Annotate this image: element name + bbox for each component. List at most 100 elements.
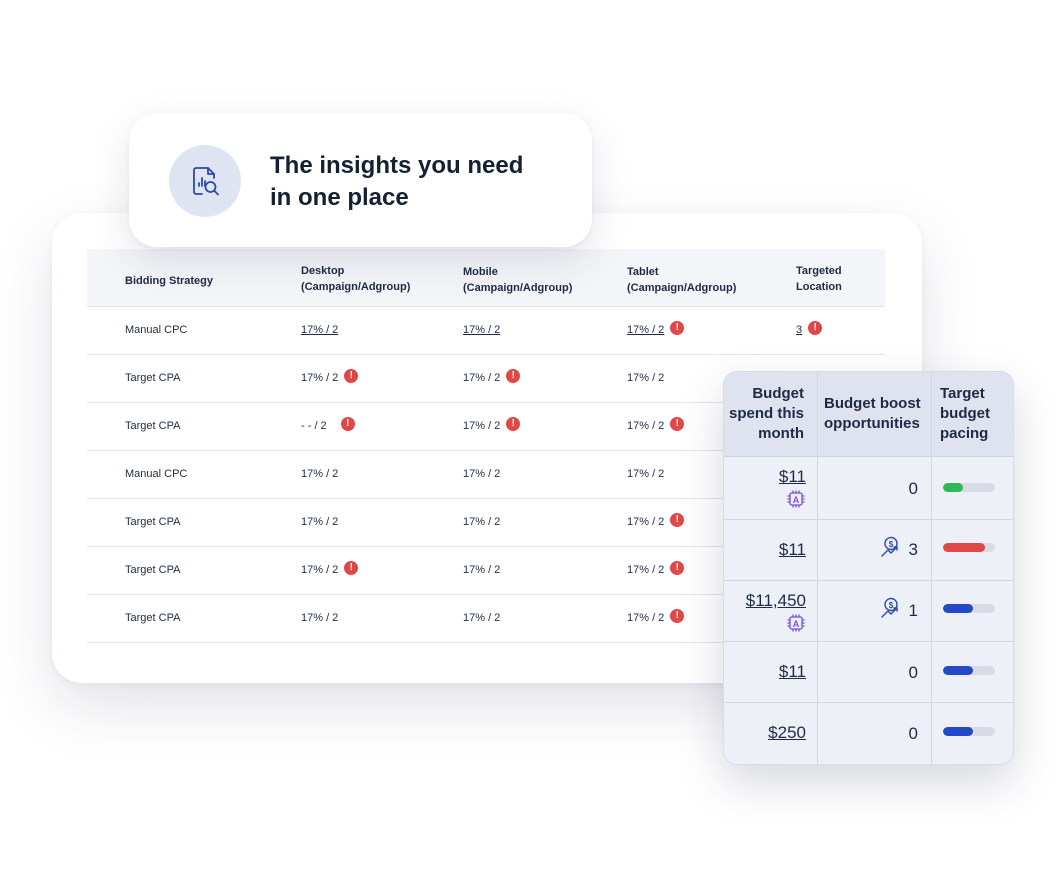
tablet-value: 17% / 2 [627,564,665,576]
location-cell[interactable]: 3! [796,321,823,337]
mobile-value: 17% / 2 [463,468,501,480]
pacing-bar [943,483,995,492]
strategy-cell: Target CPA [125,420,181,432]
header-location-title: Targeted [796,265,842,277]
pacing-fill [943,666,974,675]
desktop-cell: 17% / 2 [301,467,338,481]
desktop-value: 17% / 2 [301,372,339,384]
header-desktop-subtitle: (Campaign/Adgroup) [301,281,411,293]
header-budget-spend: Budget spend this month [724,372,804,456]
desktop-cell: 17% / 2! [301,369,359,385]
desktop-value: 17% / 2 [301,564,339,576]
tablet-cell: 17% / 2! [627,609,685,625]
mobile-value: 17% / 2 [463,612,501,624]
desktop-value: - - / 2 [301,420,327,432]
desktop-value: 17% / 2 [301,612,339,624]
desktop-cell: - - / 2! [301,417,355,433]
budget-boost-icon[interactable]: $ [880,536,904,560]
header-mobile-title: Mobile [463,266,498,278]
header-budget-boost: Budget boost opportunities [824,372,924,456]
tablet-cell: 17% / 2! [627,513,685,529]
strategy-cell: Target CPA [125,372,181,384]
opportunities-count: 0 [908,479,918,498]
alert-icon[interactable]: ! [344,561,359,576]
header-spend-line3: month [758,425,804,442]
header-pacing-line2: budget [940,405,990,422]
strategy-cell: Manual CPC [125,468,188,480]
header-budget-pacing: Target budget pacing [940,372,1010,456]
mobile-cell: 17% / 2 [463,611,500,625]
budget-row: $11 0 [724,642,1013,703]
mobile-cell[interactable]: 17% / 2 [463,323,500,337]
mobile-cell: 17% / 2! [463,417,521,433]
svg-text:$: $ [889,540,894,549]
header-pacing-line1: Target [940,385,985,402]
insight-headline-line1: The insights you need [270,152,524,179]
tablet-value: 17% / 2 [627,516,665,528]
location-link[interactable]: 3 [796,324,802,336]
tablet-value: 17% / 2 [627,612,665,624]
spend-amount-link[interactable]: $11 [779,540,806,560]
pacing-bar [943,543,995,552]
opportunities-count: 1 [908,601,918,620]
report-search-icon [169,145,241,217]
tablet-link[interactable]: 17% / 2 [627,324,664,336]
spend-amount-link[interactable]: $11 [779,662,806,682]
alert-icon[interactable]: ! [506,369,521,384]
pacing-fill [943,543,985,552]
alert-icon[interactable]: ! [670,561,685,576]
insight-headline-line2: in one place [270,184,409,211]
budget-row: $11 $ 3 [724,520,1013,581]
auto-chip-icon: A [787,490,805,508]
budget-row: $250 0 [724,703,1013,763]
opportunities-count: 0 [908,663,918,682]
spend-amount-link[interactable]: $250 [768,723,806,743]
header-boost-line1: Budget boost [824,395,921,412]
alert-icon[interactable]: ! [808,321,823,336]
alert-icon[interactable]: ! [670,609,685,624]
pacing-fill [943,483,963,492]
alert-icon[interactable]: ! [670,321,685,336]
header-targeted-location: Targeted Location [796,263,842,295]
tablet-value: 17% / 2 [627,372,665,384]
mobile-value: 17% / 2 [463,420,501,432]
alert-icon[interactable]: ! [340,417,355,432]
tablet-cell: 17% / 2 [627,371,664,385]
budget-boost-icon[interactable]: $ [880,597,904,621]
mobile-cell: 17% / 2! [463,369,521,385]
alert-icon[interactable]: ! [344,369,359,384]
mobile-value: 17% / 2 [463,516,501,528]
opportunities-count: 3 [908,540,918,559]
pacing-fill [943,727,974,736]
svg-text:$: $ [889,601,894,610]
desktop-value: 17% / 2 [301,468,339,480]
mobile-cell: 17% / 2 [463,467,500,481]
strategy-cell: Target CPA [125,564,181,576]
strategy-cell: Manual CPC [125,324,188,336]
spend-amount-link[interactable]: $11 [779,467,806,487]
tablet-cell[interactable]: 17% / 2! [627,321,685,337]
mobile-cell: 17% / 2 [463,515,500,529]
alert-icon[interactable]: ! [506,417,521,432]
insight-bubble: The insights you need in one place [129,113,592,247]
spend-amount-link[interactable]: $11,450 [746,591,806,611]
pacing-fill [943,604,974,613]
alert-icon[interactable]: ! [670,513,685,528]
header-spend-line2: spend this [728,405,804,422]
mobile-link[interactable]: 17% / 2 [463,324,500,336]
desktop-link[interactable]: 17% / 2 [301,324,338,336]
mobile-value: 17% / 2 [463,372,501,384]
desktop-cell[interactable]: 17% / 2 [301,323,338,337]
alert-icon[interactable]: ! [670,417,685,432]
header-tablet-subtitle: (Campaign/Adgroup) [627,282,737,294]
header-desktop-title: Desktop [301,265,345,277]
desktop-value: 17% / 2 [301,516,339,528]
budget-row: $11,450 A $ 1 [724,581,1013,642]
pacing-bar [943,727,995,736]
strategy-cell: Target CPA [125,516,181,528]
desktop-cell: 17% / 2 [301,611,338,625]
header-mobile-subtitle: (Campaign/Adgroup) [463,282,573,294]
tablet-value: 17% / 2 [627,468,665,480]
pacing-bar [943,666,995,675]
table-row: Manual CPC 17% / 2 17% / 2 17% / 2! 3! [87,307,885,355]
